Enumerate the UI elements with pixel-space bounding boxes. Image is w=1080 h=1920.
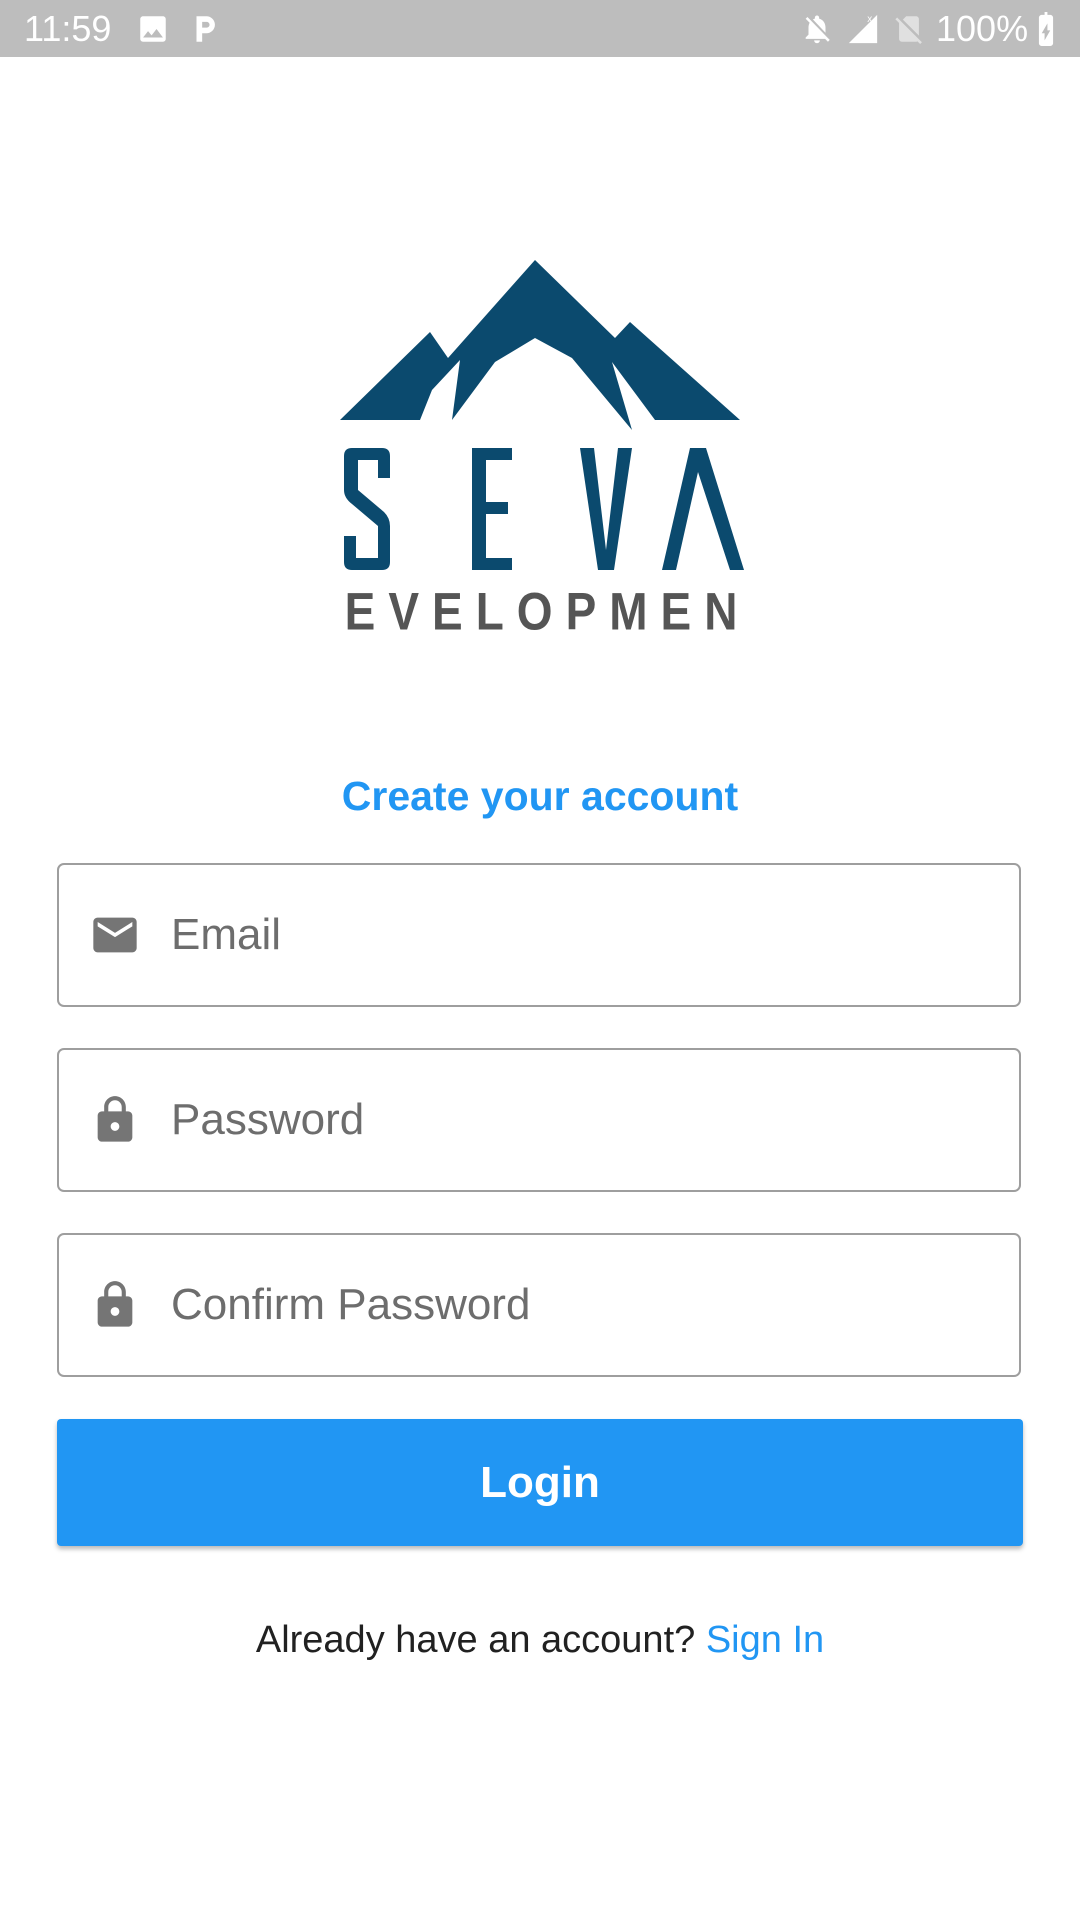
signin-prompt-text: Already have an account?	[255, 1619, 696, 1661]
lock-icon	[97, 1096, 133, 1142]
email-input[interactable]	[171, 865, 991, 1005]
lock-icon	[97, 1281, 133, 1327]
notifications-off-icon	[805, 15, 830, 44]
logo-wordmark-seva	[344, 448, 744, 570]
signin-link[interactable]: Sign In	[706, 1619, 824, 1661]
email-field[interactable]	[57, 863, 1021, 1007]
logo-subtitle-development: DEVELOPMENT	[340, 581, 750, 640]
battery-percentage: 100%	[936, 8, 1029, 49]
battery-charging-icon	[1038, 12, 1054, 46]
login-button[interactable]: Login	[57, 1419, 1023, 1546]
password-input[interactable]	[171, 1050, 991, 1190]
no-sim-icon	[895, 16, 922, 45]
confirm-password-field[interactable]	[57, 1233, 1021, 1377]
create-account-heading: Create your account	[341, 773, 739, 819]
parking-icon	[196, 16, 215, 42]
password-field[interactable]	[57, 1048, 1021, 1192]
email-icon	[93, 917, 137, 953]
confirm-password-input[interactable]	[171, 1235, 991, 1375]
seva-development-logo: DEVELOPMENT	[340, 260, 750, 640]
signin-prompt-row: Already have an account? Sign In	[0, 1615, 1080, 1665]
signal-icon: x	[848, 14, 878, 44]
svg-text:x: x	[867, 14, 872, 25]
mountain-peaks-graphic	[340, 260, 740, 430]
status-bar: 11:59 x 100%	[0, 0, 1080, 57]
image-icon	[140, 16, 166, 42]
status-time: 11:59	[24, 8, 112, 49]
